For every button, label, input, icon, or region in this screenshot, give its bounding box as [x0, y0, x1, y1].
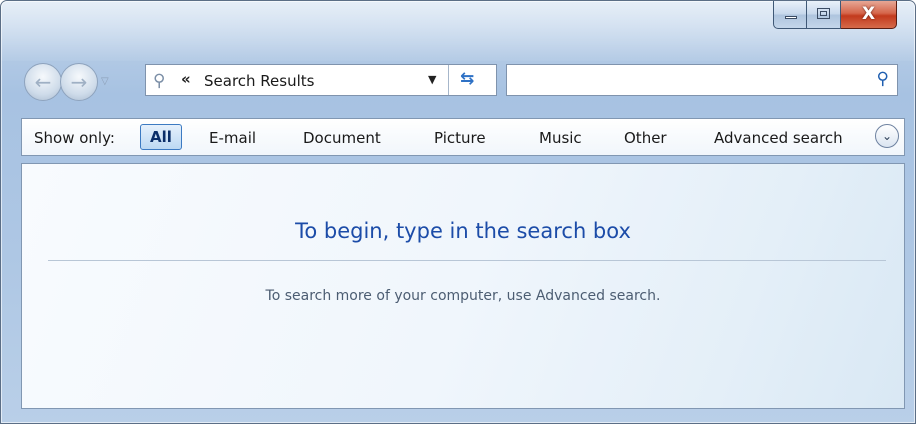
- filter-other[interactable]: Other: [624, 129, 667, 147]
- search-results-icon: ⚲: [153, 71, 166, 91]
- empty-state-subtitle: To search more of your computer, use Adv…: [265, 288, 661, 304]
- search-icon[interactable]: ⚲: [877, 69, 889, 89]
- divider: [48, 260, 886, 261]
- results-pane: To begin, type in the search box To sear…: [21, 163, 905, 409]
- close-button[interactable]: X: [841, 1, 897, 29]
- filter-picture[interactable]: Picture: [434, 129, 486, 147]
- caption-buttons: X: [773, 1, 897, 31]
- address-dropdown-icon[interactable]: ▼: [428, 73, 436, 86]
- minimize-icon: [785, 16, 797, 19]
- filter-document[interactable]: Document: [303, 129, 381, 147]
- forward-button[interactable]: →: [60, 63, 98, 101]
- breadcrumb-search-results[interactable]: Search Results: [204, 72, 314, 90]
- show-only-label: Show only:: [34, 129, 115, 147]
- maximize-button[interactable]: [807, 1, 841, 29]
- filter-bar: Show only: All E-mail Document Picture M…: [21, 118, 905, 156]
- back-button[interactable]: ←: [24, 63, 62, 101]
- search-window: X ← → ▽ ⚲ « Search Results ▼ ⇆ ⚲ Show on…: [0, 0, 916, 424]
- recent-pages-dropdown-icon[interactable]: ▽: [101, 76, 109, 87]
- address-bar[interactable]: ⚲ « Search Results ▼ ⇆: [145, 64, 497, 96]
- forward-arrow-icon: →: [70, 70, 88, 94]
- minimize-button[interactable]: [773, 1, 807, 29]
- refresh-icon[interactable]: ⇆: [460, 69, 474, 89]
- search-input[interactable]: [509, 67, 863, 93]
- breadcrumb-overflow-chevron[interactable]: «: [181, 70, 191, 88]
- filter-music[interactable]: Music: [539, 129, 582, 147]
- filter-all[interactable]: All: [140, 124, 182, 150]
- search-box[interactable]: ⚲: [506, 64, 898, 96]
- maximize-icon: [817, 8, 830, 19]
- back-arrow-icon: ←: [34, 70, 52, 94]
- empty-state-title: To begin, type in the search box: [295, 219, 631, 243]
- chevron-down-icon[interactable]: ⌄: [875, 124, 899, 148]
- address-divider: [448, 65, 449, 95]
- advanced-search-link[interactable]: Advanced search: [714, 129, 843, 147]
- close-icon: X: [861, 4, 876, 24]
- filter-email[interactable]: E-mail: [209, 129, 256, 147]
